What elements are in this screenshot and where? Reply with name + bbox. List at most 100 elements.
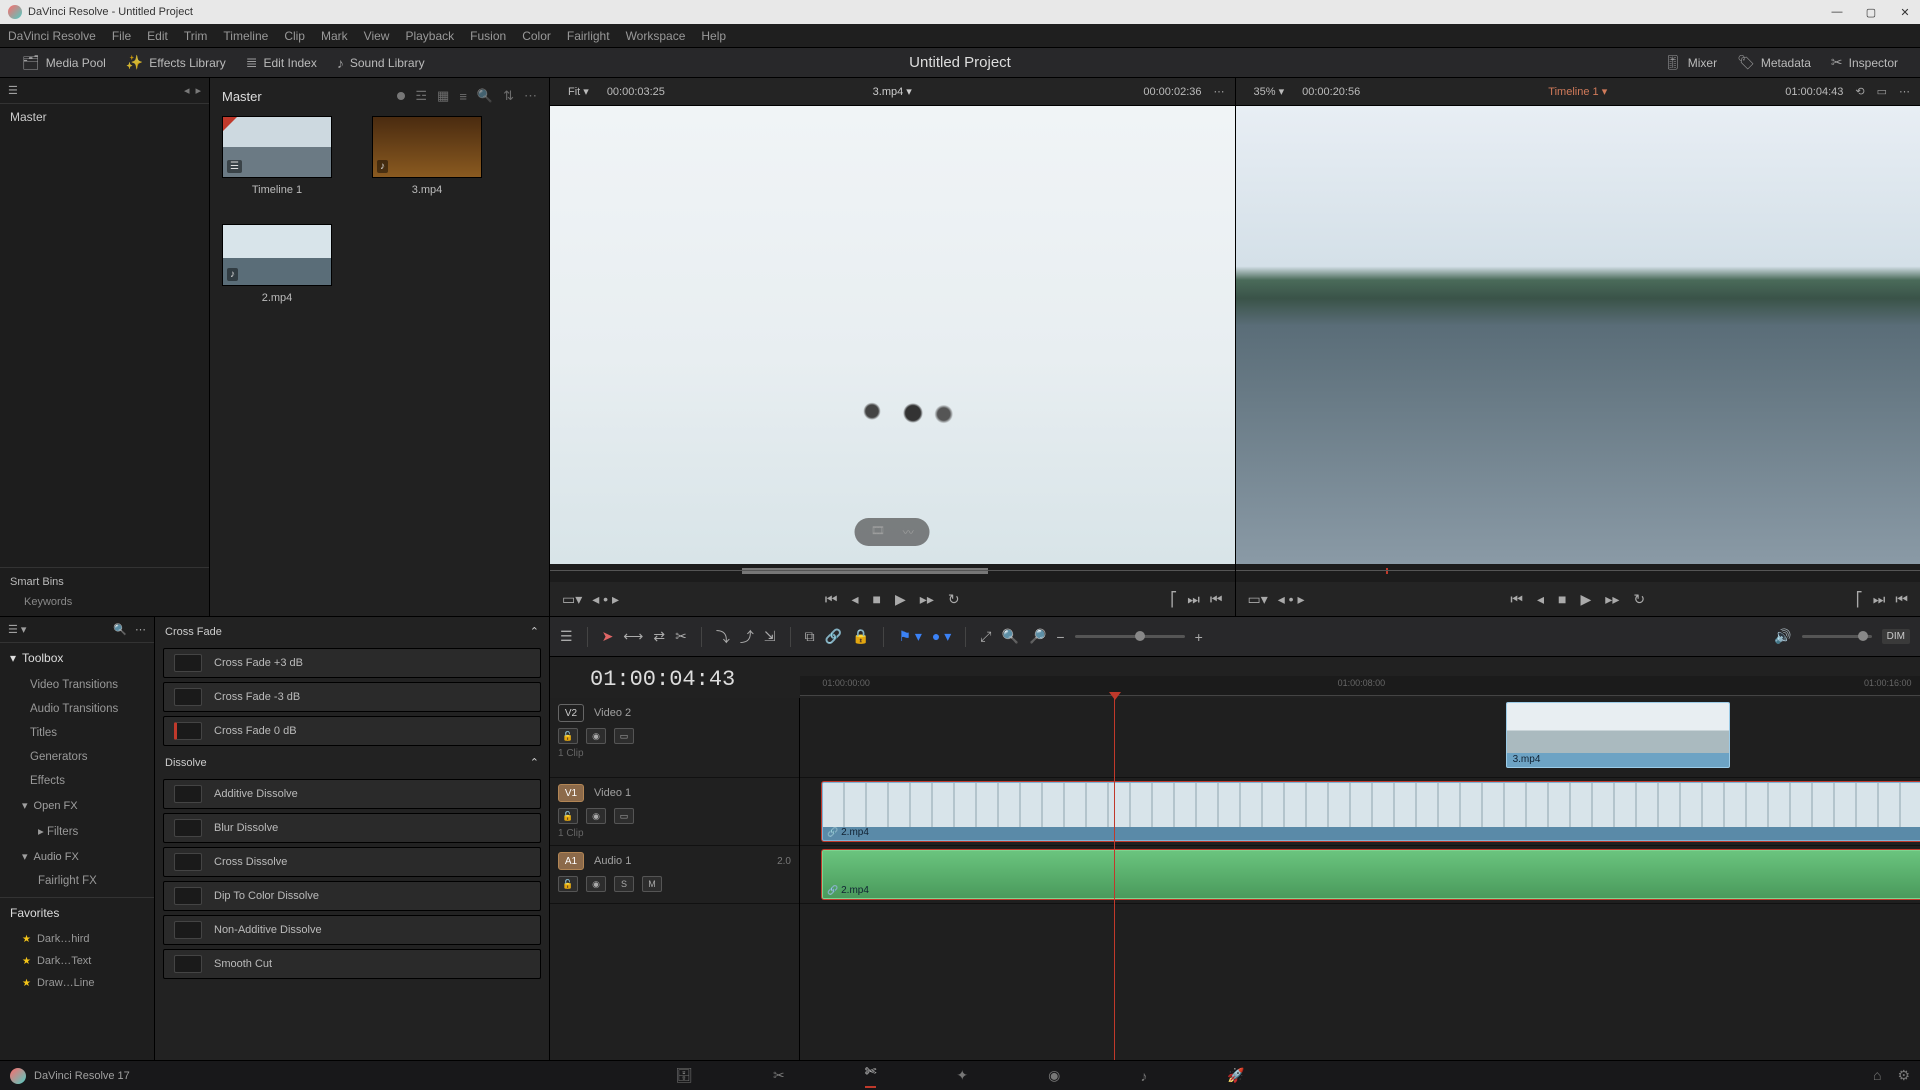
- snap-icon[interactable]: ⧉: [805, 628, 815, 645]
- fx-item[interactable]: Cross Fade 0 dB: [163, 716, 541, 746]
- clip-v2[interactable]: 3.mp4: [1506, 702, 1730, 768]
- track-lanes[interactable]: 01:00:00:00 01:00:08:00 01:00:16:00 3.mp…: [800, 698, 1920, 1060]
- nav-back-icon[interactable]: ◂: [184, 84, 190, 97]
- in-out-icon[interactable]: ▭▾: [1248, 591, 1268, 608]
- favorite-item[interactable]: ★Dark…hird: [0, 928, 154, 950]
- fx-item[interactable]: Cross Fade +3 dB: [163, 648, 541, 678]
- clip-v1[interactable]: 2.mp4: [822, 782, 1920, 841]
- single-viewer-icon[interactable]: ▭: [1877, 85, 1887, 98]
- track-header-v2[interactable]: V2Video 2 🔓◉▭ 1 Clip: [550, 698, 799, 778]
- timeline-screen[interactable]: [1236, 106, 1920, 564]
- track-tag[interactable]: V2: [558, 704, 584, 722]
- go-prev-icon[interactable]: ⏮: [1895, 591, 1908, 608]
- first-frame-icon[interactable]: ⏮: [825, 591, 838, 608]
- loop-icon[interactable]: ↻: [948, 591, 960, 608]
- smart-bin-keywords[interactable]: Keywords: [10, 596, 199, 608]
- solo-icon[interactable]: S: [614, 876, 634, 892]
- menu-item[interactable]: Fairlight: [567, 29, 610, 43]
- play-icon[interactable]: ▶: [1581, 591, 1592, 608]
- zoom-dropdown[interactable]: 35% ▾: [1246, 83, 1293, 100]
- mute-icon[interactable]: M: [642, 876, 662, 892]
- stop-icon[interactable]: ■: [873, 591, 881, 607]
- match-frame-icon[interactable]: ◂ • ▸: [1278, 591, 1305, 608]
- smart-bins-header[interactable]: Smart Bins: [10, 576, 199, 588]
- lane-a1[interactable]: 2.mp4: [800, 846, 1920, 904]
- trim-tool-icon[interactable]: ⟷: [623, 628, 643, 645]
- menu-item[interactable]: Color: [522, 29, 551, 43]
- match-frame-icon[interactable]: ◂ • ▸: [592, 591, 619, 608]
- fx-item[interactable]: Cross Dissolve: [163, 847, 541, 877]
- inspector-toggle[interactable]: ✂Inspector: [1821, 50, 1908, 75]
- view-list-icon[interactable]: ☲: [415, 88, 427, 104]
- bypass-icon[interactable]: ⟲: [1855, 85, 1864, 98]
- selection-tool-icon[interactable]: ➤: [602, 628, 614, 645]
- home-icon[interactable]: ⌂: [1873, 1067, 1881, 1084]
- zoom-in-icon[interactable]: +: [1195, 629, 1203, 645]
- menu-item[interactable]: Edit: [147, 29, 168, 43]
- zoom-detail-icon[interactable]: 🔍: [1002, 628, 1019, 645]
- menu-item[interactable]: File: [112, 29, 131, 43]
- fx-category-crossfade[interactable]: Cross Fade⌃: [155, 619, 549, 644]
- overwrite-icon[interactable]: ⤴: [740, 627, 754, 647]
- options-icon[interactable]: ⋯: [524, 88, 537, 104]
- bin-breadcrumb[interactable]: Master: [222, 89, 262, 104]
- page-cut-icon[interactable]: ✂: [773, 1067, 785, 1084]
- sound-library-toggle[interactable]: ♪Sound Library: [327, 51, 435, 75]
- toolbox-header[interactable]: ▾ Toolbox: [0, 643, 154, 673]
- insert-icon[interactable]: ⤵: [716, 627, 730, 647]
- fx-item[interactable]: Non-Additive Dissolve: [163, 915, 541, 945]
- view-strip-icon[interactable]: ≡: [459, 89, 467, 104]
- zoom-out-icon[interactable]: −: [1056, 629, 1064, 645]
- favorite-item[interactable]: ★Draw…Line: [0, 972, 154, 994]
- media-clip[interactable]: ☰ Timeline 1: [222, 116, 332, 196]
- audio-only-icon[interactable]: 〰: [903, 524, 914, 540]
- go-next-icon[interactable]: ⏭: [1187, 591, 1200, 608]
- zoom-custom-icon[interactable]: 🔎: [1029, 628, 1046, 645]
- step-fwd-icon[interactable]: ▸▸: [920, 591, 934, 608]
- lane-v2[interactable]: 3.mp4: [800, 698, 1920, 778]
- menu-item[interactable]: DaVinci Resolve: [8, 29, 96, 43]
- clip-a1[interactable]: 2.mp4: [822, 850, 1920, 899]
- toolbox-generators[interactable]: Generators: [0, 745, 154, 769]
- search-icon[interactable]: 🔍: [477, 88, 493, 104]
- media-clip[interactable]: ♪ 2.mp4: [222, 224, 332, 304]
- bin-master[interactable]: Master: [0, 104, 209, 130]
- options-icon[interactable]: ⋯: [135, 623, 146, 636]
- window-minimize-icon[interactable]: —: [1830, 6, 1844, 19]
- fx-item[interactable]: Smooth Cut: [163, 949, 541, 979]
- go-prev-icon[interactable]: ⏮: [1210, 591, 1223, 608]
- timeline-view-icon[interactable]: ☰: [560, 628, 573, 645]
- mark-in-icon[interactable]: ⎡: [1856, 591, 1863, 608]
- mute-icon[interactable]: 🔊: [1774, 628, 1791, 645]
- auto-select-icon[interactable]: ◉: [586, 728, 606, 744]
- page-fusion-icon[interactable]: ✦: [956, 1067, 968, 1084]
- timeline-ruler[interactable]: 01:00:00:00 01:00:08:00 01:00:16:00: [800, 676, 1920, 696]
- track-header-v1[interactable]: V1Video 1 🔓◉▭ 1 Clip: [550, 778, 799, 846]
- layout-icon[interactable]: ☰ ▾: [8, 623, 26, 636]
- in-out-icon[interactable]: ▭▾: [562, 591, 582, 608]
- lane-v1[interactable]: 2.mp4: [800, 778, 1920, 846]
- timeline-name-dropdown[interactable]: Timeline 1 ▾: [1548, 85, 1607, 98]
- favorites-header[interactable]: Favorites: [0, 897, 154, 928]
- play-icon[interactable]: ▶: [895, 591, 906, 608]
- timeline-tc-display[interactable]: 01:00:04:43: [550, 657, 735, 698]
- fit-dropdown[interactable]: Fit ▾: [560, 83, 597, 100]
- toolbox-video-transitions[interactable]: Video Transitions: [0, 673, 154, 697]
- edit-index-toggle[interactable]: ≣Edit Index: [236, 50, 327, 75]
- stop-icon[interactable]: ■: [1558, 591, 1566, 607]
- menu-item[interactable]: Timeline: [223, 29, 268, 43]
- auto-select-icon[interactable]: ◉: [586, 808, 606, 824]
- menu-item[interactable]: Fusion: [470, 29, 506, 43]
- metadata-toggle[interactable]: 🏷Metadata: [1727, 50, 1821, 75]
- disable-icon[interactable]: ▭: [614, 808, 634, 824]
- page-deliver-icon[interactable]: 🚀: [1227, 1067, 1244, 1084]
- media-pool-toggle[interactable]: 🗂Media Pool: [12, 50, 116, 75]
- page-edit-icon[interactable]: ✄: [865, 1063, 877, 1088]
- effects-library-toggle[interactable]: ✨Effects Library: [116, 50, 236, 75]
- toolbox-effects[interactable]: Effects: [0, 769, 154, 793]
- menu-item[interactable]: Help: [701, 29, 726, 43]
- auto-select-icon[interactable]: ◉: [586, 876, 606, 892]
- source-clip-name[interactable]: 3.mp4 ▾: [873, 85, 912, 98]
- mark-in-icon[interactable]: ⎡: [1170, 591, 1177, 608]
- fx-category-dissolve[interactable]: Dissolve⌃: [155, 750, 549, 775]
